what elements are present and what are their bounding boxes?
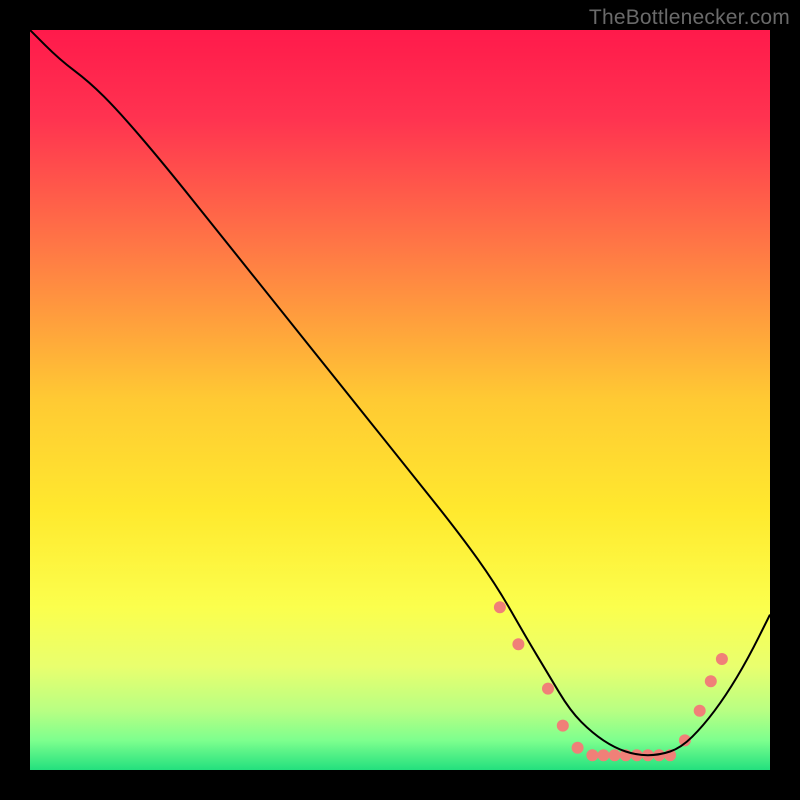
data-marker: [572, 742, 584, 754]
data-marker: [716, 653, 728, 665]
data-marker: [609, 749, 621, 761]
data-marker: [694, 705, 706, 717]
chart-stage: TheBottlenecker.com: [0, 0, 800, 800]
data-marker: [705, 675, 717, 687]
data-marker: [494, 601, 506, 613]
data-marker: [512, 638, 524, 650]
watermark-text: TheBottlenecker.com: [589, 6, 790, 30]
gradient-background: [30, 30, 770, 770]
data-marker: [557, 720, 569, 732]
plot-area: [30, 30, 770, 770]
chart-svg: [30, 30, 770, 770]
data-marker: [586, 749, 598, 761]
data-marker: [542, 683, 554, 695]
data-marker: [598, 749, 610, 761]
